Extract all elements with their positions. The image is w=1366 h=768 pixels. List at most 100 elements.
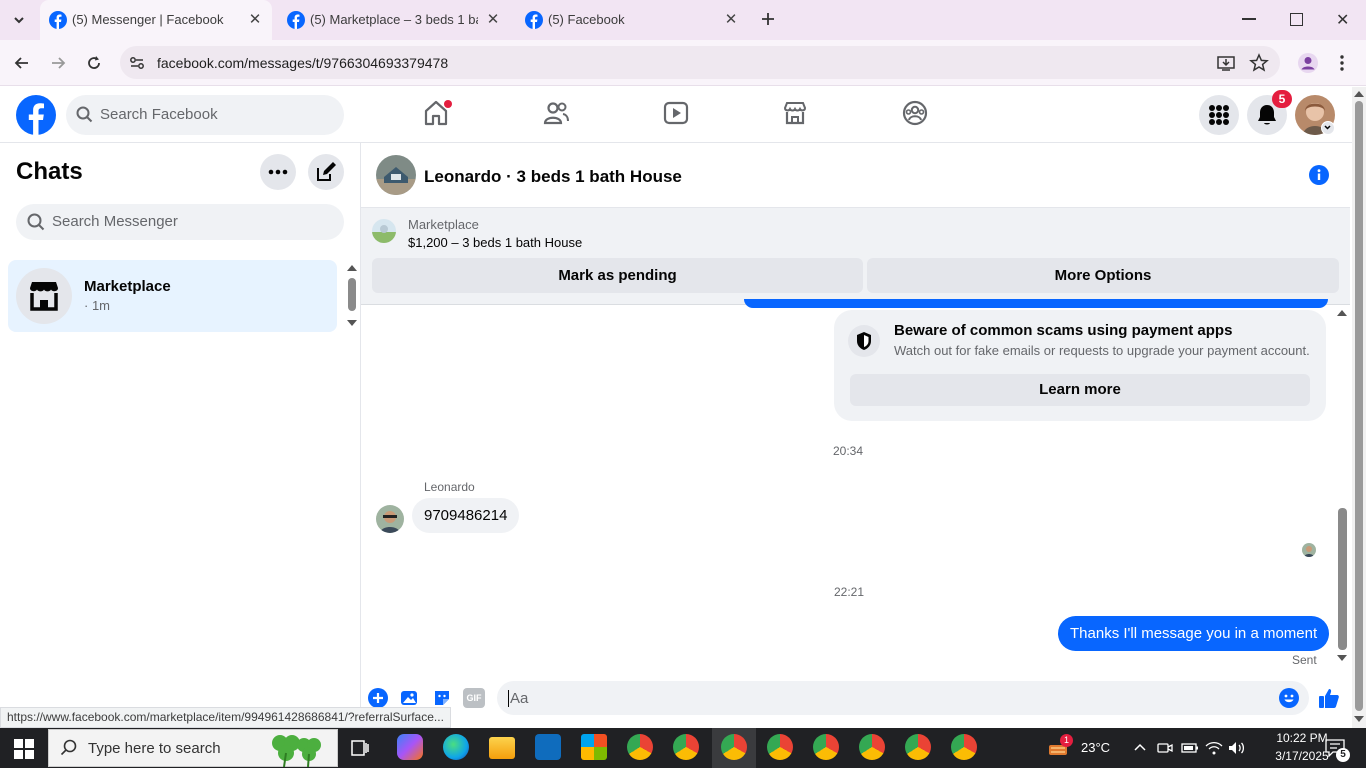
store-icon[interactable] (581, 734, 607, 760)
facebook-favicon-icon (49, 11, 67, 29)
message-timestamp: 22:21 (834, 585, 865, 599)
like-icon[interactable] (1317, 686, 1341, 710)
edge-icon[interactable] (443, 734, 469, 760)
new-message-button[interactable] (308, 154, 344, 190)
forward-icon[interactable] (48, 53, 68, 73)
read-receipt-avatar (1302, 543, 1316, 557)
sticker-icon[interactable] (432, 688, 452, 708)
message-input-placeholder: Aa (510, 690, 529, 707)
chrome-profile-icon[interactable] (721, 734, 747, 760)
clock-time[interactable]: 10:22 PM (1276, 731, 1328, 745)
volume-icon[interactable] (1228, 740, 1246, 756)
weather-badge: 1 (1060, 734, 1073, 747)
groups-icon[interactable] (901, 99, 929, 127)
window-close-icon[interactable]: ✕ (1336, 10, 1349, 30)
sent-status: Sent (1292, 653, 1317, 667)
taskbar-search-placeholder: Type here to search (88, 740, 221, 757)
close-icon[interactable]: ✕ (484, 11, 502, 29)
new-tab-button[interactable] (758, 9, 778, 29)
gif-icon[interactable]: GIF (463, 688, 485, 708)
shield-icon (848, 325, 880, 357)
chrome-profile-icon[interactable] (813, 734, 839, 760)
scroll-down-arrow-icon[interactable] (1354, 716, 1364, 722)
listing-avatar[interactable] (376, 155, 416, 195)
previous-message-bubble-edge (744, 299, 1328, 308)
more-actions-icon[interactable] (368, 688, 388, 708)
conversation-info-icon[interactable] (1309, 165, 1329, 185)
copilot-icon[interactable] (397, 734, 423, 760)
scroll-down-arrow-icon[interactable] (1337, 655, 1347, 661)
close-icon[interactable]: ✕ (722, 11, 740, 29)
conversation-title[interactable]: Leonardo · 3 beds 1 bath House (424, 167, 682, 187)
scam-warning-text: Watch out for fake emails or requests to… (894, 343, 1310, 358)
scroll-up-arrow-icon[interactable] (1354, 91, 1364, 97)
minimize-icon[interactable] (1242, 18, 1256, 20)
tab-label: (5) Messenger | Facebook (72, 12, 224, 27)
message-input[interactable] (497, 681, 1309, 715)
tab-search-button[interactable] (8, 9, 30, 31)
scroll-up-arrow-icon[interactable] (1337, 310, 1347, 316)
restore-icon[interactable] (1290, 13, 1303, 26)
file-explorer-icon[interactable] (489, 737, 515, 759)
incoming-message-bubble[interactable]: 9709486214 (412, 498, 520, 533)
marketplace-icon[interactable] (781, 99, 809, 127)
site-settings-icon[interactable] (128, 54, 146, 72)
meet-now-icon[interactable] (1157, 740, 1173, 756)
temperature[interactable]: 23°C (1081, 740, 1110, 755)
tab-messenger[interactable]: (5) Messenger | Facebook ✕ (40, 0, 272, 40)
marketplace-avatar (16, 268, 72, 324)
emoji-icon[interactable] (1279, 688, 1299, 708)
chrome-icon[interactable] (627, 734, 653, 760)
bookmark-star-icon[interactable] (1249, 53, 1269, 73)
chat-options-button[interactable] (260, 154, 296, 190)
search-icon (76, 106, 93, 123)
video-icon[interactable] (662, 99, 690, 127)
url-text[interactable]: facebook.com/messages/t/9766304693379478 (157, 55, 448, 71)
clover-decoration-icon (262, 731, 328, 767)
browser-menu-icon[interactable] (1338, 54, 1346, 72)
chevron-up-icon[interactable] (1133, 741, 1147, 755)
chrome-profile-icon[interactable] (859, 734, 885, 760)
chrome-profile-icon[interactable] (767, 734, 793, 760)
outgoing-message-bubble[interactable]: Thanks I'll message you in a moment (1058, 616, 1330, 651)
install-app-icon[interactable] (1216, 53, 1236, 73)
chrome-profile-icon[interactable] (951, 734, 977, 760)
more-options-button[interactable]: More Options (867, 258, 1339, 293)
clock-date[interactable]: 3/17/2025 (1272, 749, 1332, 763)
task-view-icon[interactable] (350, 738, 370, 758)
chrome-profile-icon[interactable] (905, 734, 931, 760)
reload-icon[interactable] (84, 53, 104, 73)
tab-marketplace[interactable]: (5) Marketplace – 3 beds 1 bath ✕ (278, 0, 510, 40)
chat-list-scrollbar-thumb[interactable] (348, 278, 356, 311)
windows-start-icon[interactable] (14, 739, 34, 759)
scroll-down-arrow-icon[interactable] (347, 320, 357, 326)
conversation-scrollbar-thumb[interactable] (1338, 508, 1347, 650)
friends-icon[interactable] (542, 99, 570, 127)
scam-warning-title: Beware of common scams using payment app… (894, 322, 1233, 339)
menu-grid-button[interactable] (1199, 95, 1239, 135)
search-icon (60, 739, 78, 757)
facebook-favicon-icon (525, 11, 543, 29)
text-cursor (508, 690, 509, 707)
link-status-url: https://www.facebook.com/marketplace/ite… (0, 707, 451, 728)
notification-count-badge: 5 (1272, 90, 1292, 108)
battery-icon[interactable] (1181, 741, 1199, 755)
account-chevron-icon[interactable] (1321, 121, 1335, 135)
close-icon[interactable]: ✕ (246, 11, 264, 29)
profile-icon[interactable] (1297, 52, 1319, 74)
page-scrollbar-thumb[interactable] (1355, 101, 1363, 711)
facebook-search-placeholder: Search Facebook (100, 106, 218, 123)
scroll-up-arrow-icon[interactable] (347, 265, 357, 271)
network-icon[interactable] (1205, 740, 1223, 756)
learn-more-button[interactable]: Learn more (850, 374, 1310, 406)
tab-facebook[interactable]: (5) Facebook ✕ (516, 0, 748, 40)
chrome-profile-icon[interactable] (673, 734, 699, 760)
outlook-icon[interactable] (535, 734, 561, 760)
mark-as-pending-button[interactable]: Mark as pending (372, 258, 863, 293)
sender-avatar[interactable] (376, 505, 404, 533)
listing-thumbnail (372, 219, 396, 243)
facebook-logo-icon[interactable] (16, 95, 56, 135)
back-icon[interactable] (12, 53, 32, 73)
listing-title[interactable]: $1,200 – 3 beds 1 bath House (408, 235, 582, 250)
photo-icon[interactable] (400, 688, 420, 708)
